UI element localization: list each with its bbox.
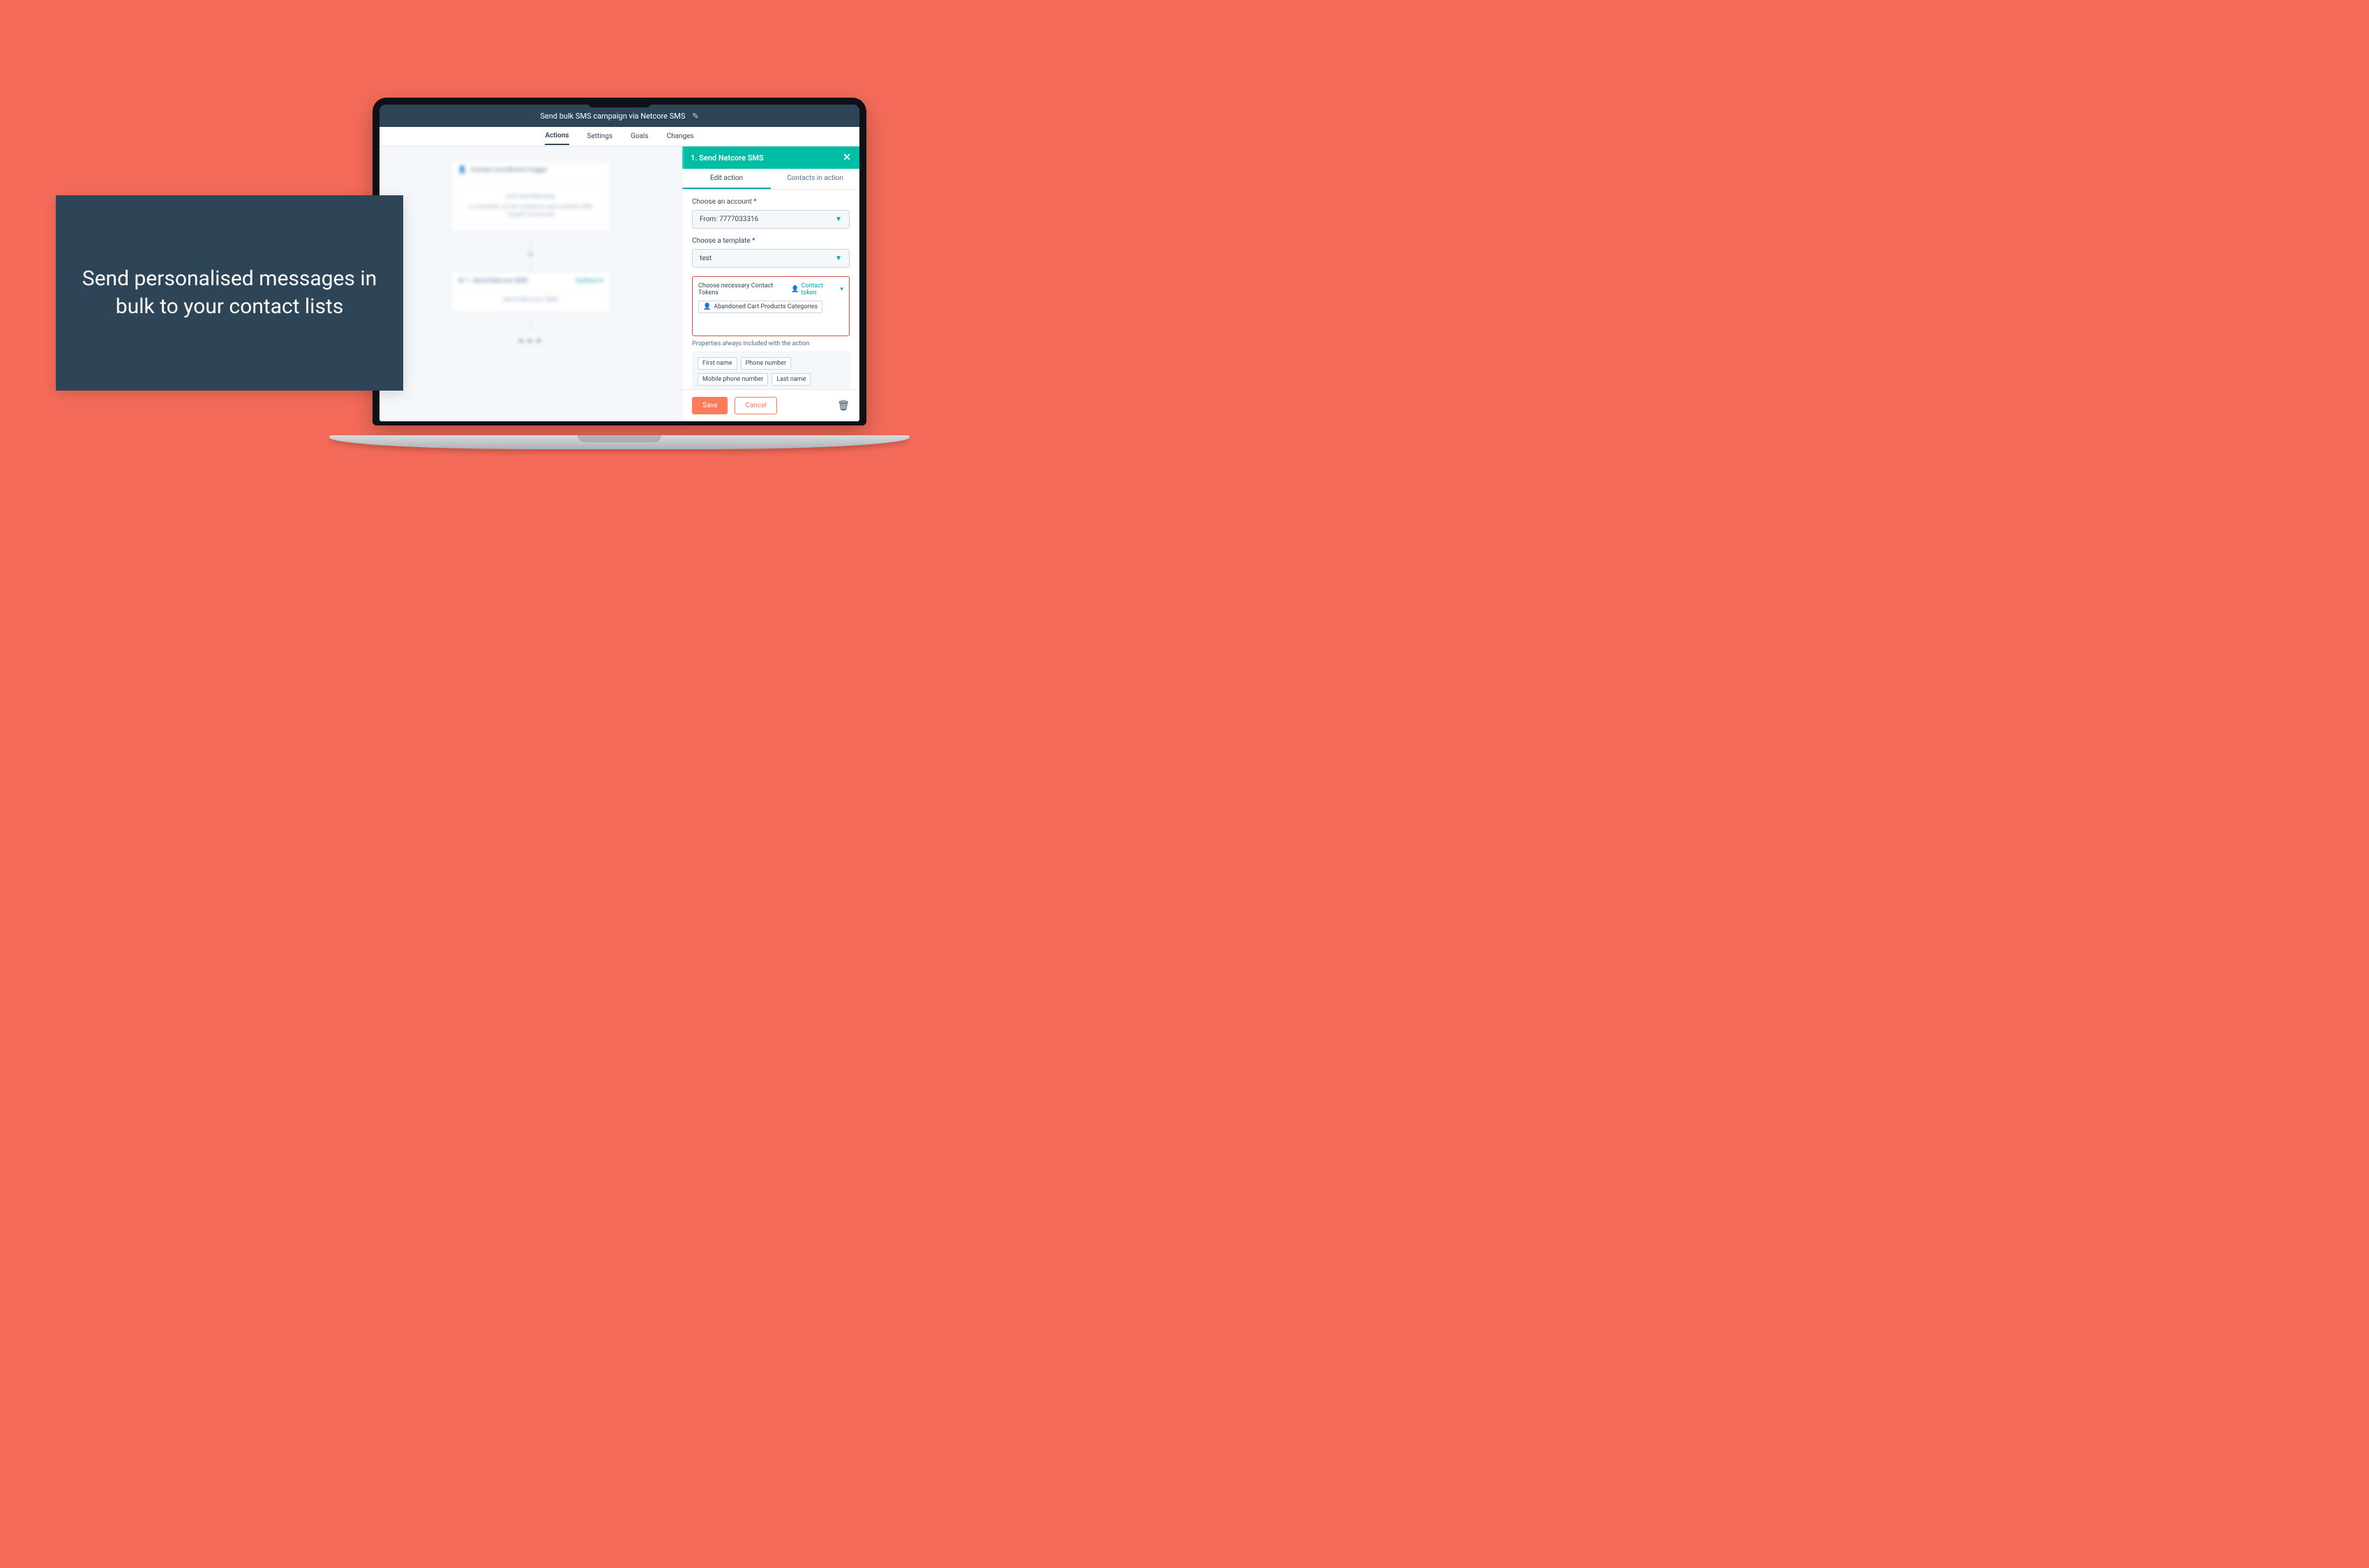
side-panel: 1. Send Netcore SMS ✕ Edit action Contac… [682,146,859,421]
template-select[interactable]: test ▼ [692,249,850,268]
token-chip[interactable]: 👤 Abandoned Cart Products Categories [698,301,822,313]
prop-chip: First name [698,357,737,370]
app-title: Send bulk SMS campaign via Netcore SMS [540,112,685,121]
tab-goals[interactable]: Goals [631,128,649,144]
card-actions-menu[interactable]: Actions ▾ [576,277,603,285]
tab-actions[interactable]: Actions [545,128,569,145]
cancel-button[interactable]: Cancel [735,397,776,414]
trigger-head: Contact enrollment trigger [470,166,548,174]
end-marker: ▪ ▪ ▪ [520,335,542,347]
panel-tab-contacts[interactable]: Contacts in action [771,169,859,189]
delete-icon[interactable]: 🗑 [837,400,850,412]
props-label: Properties always included with the acti… [692,340,850,347]
person-icon: 👤 [703,303,711,310]
laptop-notch [587,98,652,107]
panel-tab-edit[interactable]: Edit action [682,169,771,189]
props-box: First name Phone number Mobile phone num… [692,352,850,389]
close-icon[interactable]: ✕ [843,152,851,163]
token-box: Choose necessary Contact Tokens 👤 Contac… [692,276,850,336]
caret-down-icon: ▾ [840,286,843,293]
laptop-frame: Send bulk SMS campaign via Netcore SMS ✎… [368,98,871,460]
marketing-banner: Send personalised messages in bulk to yo… [56,195,403,391]
token-label: Choose necessary Contact Tokens [698,282,791,296]
account-select[interactable]: From: 7777033316 ▼ [692,210,850,229]
account-value: From: 7777033316 [700,216,758,223]
laptop-base [329,435,910,460]
app-window: Send bulk SMS campaign via Netcore SMS ✎… [379,105,859,421]
app-titlebar: Send bulk SMS campaign via Netcore SMS ✎ [379,105,859,127]
gear-icon: ⚙ [458,277,465,285]
prop-chip: Phone number [741,357,791,370]
action-head: 1. Send Netcore SMS [465,277,527,285]
save-button[interactable]: Save [692,397,728,414]
prop-chip: Last name [772,373,811,386]
account-label: Choose an account * [692,198,850,206]
workflow-canvas[interactable]: 👤 Contact enrollment trigger List member… [379,146,682,421]
trigger-line: is member of All contacts associated wit… [469,203,592,218]
caret-down-icon: ▼ [835,255,842,262]
contact-token-button[interactable]: 👤 Contact token ▾ [791,282,843,296]
workflow-action-card[interactable]: ⚙ 1. Send Netcore SMS Actions ▾ Send Net… [451,271,611,312]
app-tabs: Actions Settings Goals Changes [379,127,859,146]
prop-chip: Mobile phone number [698,373,768,386]
contact-icon: 👤 [458,166,467,174]
action-body: Send Netcore SMS [451,290,610,312]
connector [530,262,531,271]
edit-title-icon[interactable]: ✎ [692,112,698,121]
connector [530,321,531,331]
workflow-trigger-card[interactable]: 👤 Contact enrollment trigger List member… [451,160,611,232]
caret-down-icon: ▼ [835,216,842,223]
template-label: Choose a template * [692,237,850,245]
person-icon: 👤 [791,286,799,293]
panel-title: 1. Send Netcore SMS [691,153,764,163]
tab-settings[interactable]: Settings [587,128,613,144]
banner-text: Send personalised messages in bulk to yo… [80,265,379,322]
plus-icon[interactable]: + [528,249,534,260]
template-value: test [700,255,712,262]
tab-changes[interactable]: Changes [667,128,694,144]
trigger-title: List membership [465,193,597,200]
